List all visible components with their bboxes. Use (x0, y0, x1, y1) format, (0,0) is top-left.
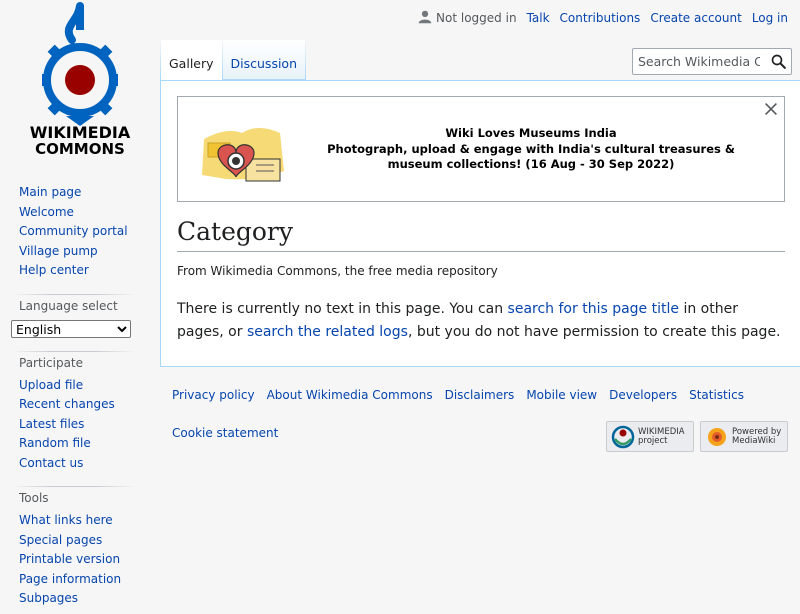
sidebar-item-printable-version[interactable]: Printable version (19, 552, 120, 566)
search-page-title-link[interactable]: search for this page title (508, 301, 679, 317)
participate-portal: Participate Upload file Recent changes L… (0, 356, 160, 474)
tab-separator (305, 40, 307, 80)
mediawiki-badge-line2: MediaWiki (732, 435, 776, 446)
sidebar-item-special-pages[interactable]: Special pages (19, 533, 102, 547)
footer-disclaimers-link[interactable]: Disclaimers (445, 388, 515, 402)
banner-title[interactable]: Wiki Loves Museums India (306, 126, 756, 142)
search-related-logs-link[interactable]: search the related logs (247, 324, 408, 340)
search-icon (771, 54, 786, 69)
namespace-tabs: Gallery Discussion (160, 40, 307, 80)
wikimedia-logo-icon (611, 425, 635, 448)
search-box (632, 48, 792, 75)
create-account-link[interactable]: Create account (650, 11, 742, 25)
sidebar-item-page-information[interactable]: Page information (19, 572, 121, 586)
site-subtitle: From Wikimedia Commons, the free media r… (177, 264, 498, 278)
search-button[interactable] (765, 49, 791, 74)
footer-statistics-link[interactable]: Statistics (689, 388, 744, 402)
language-select[interactable]: English (11, 319, 131, 338)
commons-logo-icon: WIKIMEDIA COMMONS (30, 2, 131, 158)
sidebar-item-subpages[interactable]: Subpages (19, 591, 78, 605)
tools-heading: Tools (19, 491, 49, 505)
mediawiki-sunflower-icon (708, 427, 726, 446)
footer-places: Privacy policy About Wikimedia Commons D… (172, 388, 792, 402)
sidebar-item-random-file[interactable]: Random file (19, 436, 91, 450)
personal-tools: Not logged in Talk Contributions Create … (418, 10, 788, 25)
central-notice-banner: Wiki Loves Museums India Photograph, upl… (177, 96, 785, 202)
wikimedia-badge-line2: project (638, 435, 668, 446)
close-icon[interactable] (762, 100, 780, 118)
navigation-portal: Main page Welcome Community portal Villa… (0, 183, 160, 281)
footer-developers-link[interactable]: Developers (609, 388, 677, 402)
notice-text: , but you do not have permission to crea… (407, 324, 781, 340)
tools-portal: Tools What links here Special pages Prin… (0, 491, 160, 609)
contributions-link[interactable]: Contributions (560, 11, 641, 25)
footer-mobile-view-link[interactable]: Mobile view (526, 388, 597, 402)
talk-link[interactable]: Talk (527, 11, 550, 25)
sidebar-item-recent-changes[interactable]: Recent changes (19, 397, 115, 411)
sidebar-item-contact-us[interactable]: Contact us (19, 456, 83, 470)
sidebar: Main page Welcome Community portal Villa… (0, 183, 160, 609)
footer-cookie-statement-link[interactable]: Cookie statement (172, 426, 278, 440)
user-icon (418, 10, 432, 23)
wikimedia-project-badge[interactable]: WIKIMEDIA project (606, 421, 694, 452)
page-title: Category (177, 215, 785, 252)
participate-heading: Participate (19, 355, 84, 370)
footer-badges: WIKIMEDIA project Powered by MediaWiki (606, 421, 788, 452)
no-text-notice: There is currently no text in this page.… (177, 298, 787, 344)
sidebar-item-help-center[interactable]: Help center (19, 263, 89, 277)
sidebar-item-main-page[interactable]: Main page (19, 185, 81, 199)
sidebar-item-welcome[interactable]: Welcome (19, 205, 74, 219)
tab-gallery[interactable]: Gallery (161, 40, 222, 80)
main-content: Wiki Loves Museums India Photograph, upl… (160, 80, 800, 367)
notice-text: There is currently no text in this page.… (177, 301, 508, 317)
logo-text-line2: COMMONS (35, 140, 125, 158)
banner-body: Photograph, upload & engage with India's… (327, 141, 735, 172)
powered-by-mediawiki-badge[interactable]: Powered by MediaWiki (700, 421, 788, 452)
log-in-link[interactable]: Log in (752, 11, 788, 25)
language-select-heading: Language select (19, 298, 118, 313)
footer-about-link[interactable]: About Wikimedia Commons (267, 388, 433, 402)
search-input[interactable] (633, 49, 765, 74)
sidebar-item-what-links-here[interactable]: What links here (19, 513, 113, 527)
not-logged-in-label: Not logged in (436, 11, 517, 25)
wikimedia-commons-logo[interactable]: WIKIMEDIA COMMONS (0, 0, 160, 160)
sidebar-item-community-portal[interactable]: Community portal (19, 224, 128, 238)
footer: Privacy policy About Wikimedia Commons D… (172, 388, 792, 452)
tab-discussion[interactable]: Discussion (222, 40, 306, 80)
sidebar-item-latest-files[interactable]: Latest files (19, 417, 84, 431)
sidebar-item-upload-file[interactable]: Upload file (19, 378, 83, 392)
sidebar-item-village-pump[interactable]: Village pump (19, 244, 98, 258)
footer-privacy-policy-link[interactable]: Privacy policy (172, 388, 255, 402)
museum-camera-heart-icon (202, 128, 284, 182)
banner-text: Wiki Loves Museums India Photograph, upl… (306, 126, 756, 173)
